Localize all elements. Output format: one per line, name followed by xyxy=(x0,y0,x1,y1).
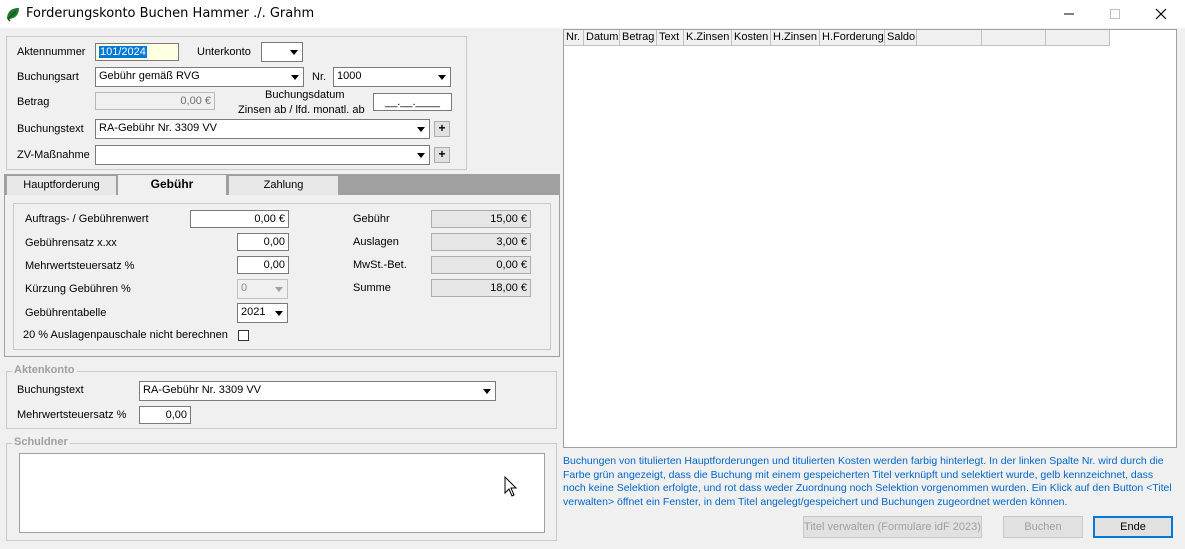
ende-button[interactable]: Ende xyxy=(1093,516,1173,538)
schuldner-legend: Schuldner xyxy=(12,436,70,448)
unterkonto-select[interactable] xyxy=(261,42,303,62)
summe-value: 18,00 € xyxy=(431,279,531,297)
titel-verwalten-button[interactable]: Titel verwalten (Formulare idF 2023) xyxy=(803,516,982,538)
chevron-down-icon xyxy=(479,383,494,399)
auftragswert-label: Auftrags- / Gebührenwert xyxy=(25,213,149,225)
aktenkonto-legend: Aktenkonto xyxy=(12,364,77,376)
mouse-cursor-icon xyxy=(504,475,518,500)
auslagen-value: 3,00 € xyxy=(431,233,531,251)
auslagen-label: Auslagen xyxy=(353,236,399,248)
grid-header-kzinsen[interactable]: K.Zinsen xyxy=(684,30,732,46)
mwst-betrag-value: 0,00 € xyxy=(431,256,531,274)
zinsen-ab-label: Zinsen ab / lfd. monatl. ab xyxy=(238,104,365,116)
chevron-down-icon xyxy=(413,121,428,137)
info-text: Buchungen von titulierten Hauptforderung… xyxy=(563,455,1172,508)
nr-label: Nr. xyxy=(312,71,327,83)
zv-massnahme-label: ZV-Maßnahme xyxy=(17,149,90,161)
chevron-down-icon xyxy=(286,44,301,60)
grid-header-datum[interactable]: Datum xyxy=(584,30,620,46)
chevron-down-icon xyxy=(287,69,302,85)
mwst-satz-label: Mehrwertsteuersatz % xyxy=(25,260,135,272)
summe-label: Summe xyxy=(353,282,391,294)
buchungstext-select[interactable]: RA-Gebühr Nr. 3309 VV xyxy=(95,119,430,139)
aktenkonto-mwst-input[interactable]: 0,00 xyxy=(139,406,191,424)
zv-massnahme-select[interactable] xyxy=(95,145,430,165)
close-icon xyxy=(1155,8,1167,20)
grid-header-kosten[interactable]: Kosten xyxy=(732,30,771,46)
gebuehrensatz-input[interactable]: 0,00 xyxy=(237,233,289,251)
grid-header-empty[interactable] xyxy=(982,30,1046,46)
kuerzung-label: Kürzung Gebühren % xyxy=(25,283,131,295)
gebuehrensatz-label: Gebührensatz x.xx xyxy=(25,237,117,249)
auftragswert-input[interactable]: 0,00 € xyxy=(190,210,289,228)
bookings-grid[interactable] xyxy=(563,29,1177,448)
buchungsart-label: Buchungsart xyxy=(17,71,79,83)
auslagenpauschale-label: 20 % Auslagenpauschale nicht berechnen xyxy=(23,329,228,341)
kuerzung-select[interactable]: 0 xyxy=(237,279,288,299)
buchungsart-select[interactable]: Gebühr gemäß RVG xyxy=(95,67,304,87)
zv-massnahme-add-button[interactable]: + xyxy=(434,147,450,163)
mwst-betrag-label: MwSt.-Bet. xyxy=(353,259,407,271)
buchungstext-label: Buchungstext xyxy=(17,123,84,135)
window-title: Forderungskonto Buchen Hammer ./. Grahm xyxy=(26,6,315,21)
auslagenpauschale-checkbox[interactable] xyxy=(238,330,249,341)
mwst-satz-input[interactable]: 0,00 xyxy=(237,256,289,274)
nr-select[interactable]: 1000 xyxy=(333,67,451,87)
unterkonto-label: Unterkonto xyxy=(197,46,251,58)
aktenkonto-mwst-label: Mehrwertsteuersatz % xyxy=(17,409,127,421)
tab-gebuehr[interactable]: Gebühr xyxy=(117,174,227,196)
buchungsdatum-label: Buchungsdatum xyxy=(265,89,345,101)
grid-header-nr[interactable]: Nr. xyxy=(564,30,584,46)
maximize-icon xyxy=(1110,9,1120,19)
aktenkonto-buchungstext-label: Buchungstext xyxy=(17,384,84,396)
chevron-down-icon xyxy=(434,69,449,85)
gebuehr-value: 15,00 € xyxy=(431,210,531,228)
aktennummer-input[interactable]: 101/2024 xyxy=(95,43,179,61)
minimize-button[interactable] xyxy=(1046,0,1092,28)
close-button[interactable] xyxy=(1138,0,1184,28)
gebuehr-label: Gebühr xyxy=(353,213,390,225)
maximize-button xyxy=(1092,0,1138,28)
schuldner-textarea[interactable] xyxy=(19,453,545,533)
minimize-icon xyxy=(1064,9,1074,19)
betrag-label: Betrag xyxy=(17,96,50,108)
chevron-down-icon xyxy=(271,305,286,321)
chevron-down-icon xyxy=(271,281,286,297)
gebuehrentabelle-select[interactable]: 2021 xyxy=(237,303,288,323)
grid-header-hzinsen[interactable]: H.Zinsen xyxy=(771,30,820,46)
betrag-input[interactable]: 0,00 € xyxy=(95,92,215,110)
chevron-down-icon xyxy=(413,147,428,163)
buchen-button[interactable]: Buchen xyxy=(1003,516,1083,538)
buchungstext-add-button[interactable]: + xyxy=(434,121,450,137)
tab-zahlung[interactable]: Zahlung xyxy=(228,175,339,195)
grid-header-saldo[interactable]: Saldo xyxy=(885,30,917,46)
tab-hauptforderung[interactable]: Hauptforderung xyxy=(6,175,117,195)
grid-header-hforderung[interactable]: H.Forderung xyxy=(820,30,885,46)
grid-header-empty[interactable] xyxy=(917,30,982,46)
aktenkonto-buchungstext-select[interactable]: RA-Gebühr Nr. 3309 VV xyxy=(139,381,496,401)
buchungsdatum-input[interactable]: __.__.____ xyxy=(373,93,452,111)
aktennummer-label: Aktennummer xyxy=(17,46,86,58)
gebuehrentabelle-label: Gebührentabelle xyxy=(25,307,107,319)
grid-header-betrag[interactable]: Betrag xyxy=(620,30,657,46)
grid-header-empty[interactable] xyxy=(1046,30,1110,46)
app-leaf-icon xyxy=(5,6,21,22)
grid-header-text[interactable]: Text xyxy=(657,30,684,46)
